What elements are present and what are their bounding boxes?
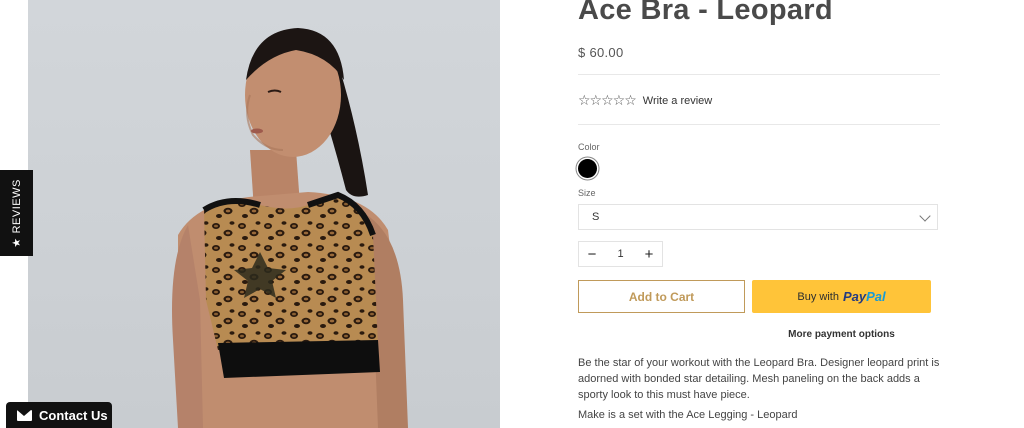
color-label: Color bbox=[578, 142, 600, 152]
reviews-tab[interactable]: ★ REVIEWS bbox=[0, 170, 33, 256]
color-swatch-black[interactable] bbox=[578, 159, 597, 178]
model-photo-illustration bbox=[172, 28, 408, 428]
more-payment-options-link[interactable]: More payment options bbox=[752, 329, 931, 340]
size-select[interactable]: S bbox=[578, 204, 938, 230]
size-selected-value: S bbox=[592, 211, 600, 223]
chevron-down-icon bbox=[919, 210, 931, 222]
quantity-stepper: − 1 + bbox=[578, 241, 663, 267]
rating-row: ☆☆☆☆☆ Write a review bbox=[578, 92, 712, 109]
quantity-increment-button[interactable]: + bbox=[636, 242, 662, 266]
envelope-icon bbox=[17, 409, 32, 421]
size-label: Size bbox=[578, 188, 596, 198]
description-paragraph: Be the star of your workout with the Leo… bbox=[578, 357, 940, 401]
add-to-cart-button[interactable]: Add to Cart bbox=[578, 280, 745, 313]
product-price: $ 60.00 bbox=[578, 45, 624, 60]
product-description: Be the star of your workout with the Leo… bbox=[578, 355, 940, 427]
divider bbox=[578, 74, 940, 75]
product-title: Ace Bra - Leopard bbox=[578, 0, 833, 26]
paypal-prefix: Buy with bbox=[797, 290, 839, 303]
quantity-decrement-button[interactable]: − bbox=[579, 242, 605, 266]
paypal-logo: PayPal bbox=[842, 289, 886, 304]
divider bbox=[578, 124, 940, 125]
reviews-tab-label: REVIEWS bbox=[10, 178, 23, 233]
write-review-link[interactable]: Write a review bbox=[643, 95, 712, 107]
description-paragraph: Make is a set with the Ace Legging - Leo… bbox=[578, 409, 798, 421]
contact-us-label: Contact Us bbox=[39, 407, 108, 423]
star-icon: ★ bbox=[11, 236, 24, 248]
rating-stars-icon: ☆☆☆☆☆ bbox=[578, 92, 637, 108]
contact-us-button[interactable]: Contact Us bbox=[6, 402, 112, 428]
quantity-value[interactable]: 1 bbox=[605, 248, 636, 260]
paypal-button[interactable]: Buy with PayPal bbox=[752, 280, 931, 313]
product-image[interactable] bbox=[28, 0, 500, 428]
